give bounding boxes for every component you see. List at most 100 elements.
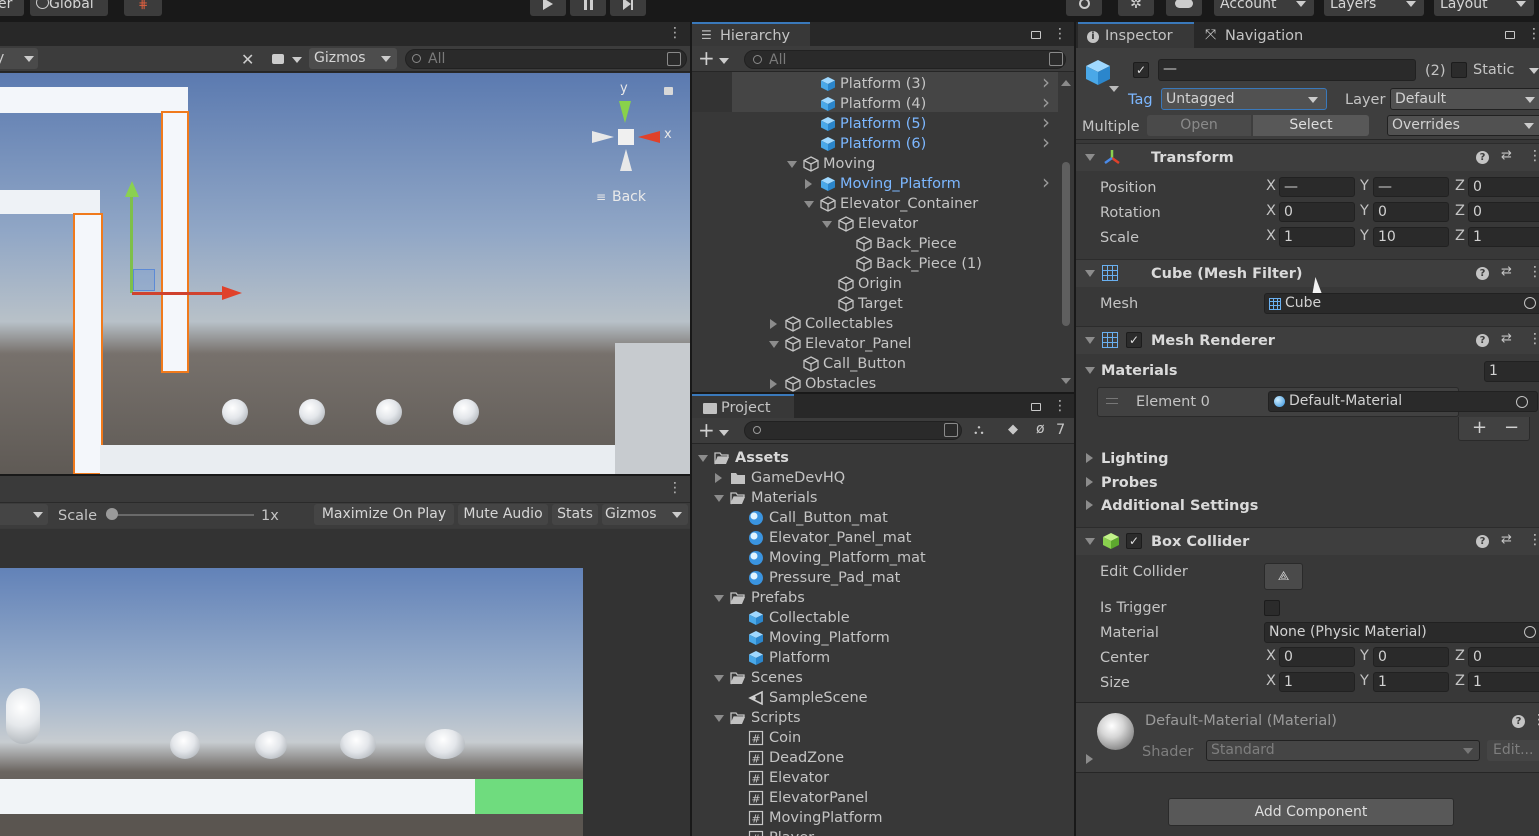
tab-inspector[interactable]: i Inspector <box>1078 22 1194 48</box>
display-dropdown[interactable] <box>0 504 48 525</box>
expand-arrow-icon[interactable] <box>1086 754 1093 764</box>
preset-icon[interactable]: ⇄ <box>1501 148 1512 163</box>
filter-by-type-icon[interactable]: ⛬ <box>974 422 984 438</box>
scale-y-field[interactable]: 10 <box>1373 227 1449 247</box>
size-z-field[interactable]: 1 <box>1468 672 1539 692</box>
draw-mode-dropdown[interactable]: y <box>0 48 38 69</box>
axis-z-label[interactable]: Z <box>1455 226 1465 246</box>
position-z-field[interactable]: 0 <box>1468 177 1539 197</box>
scene-viewport[interactable]: y x ≡ Back <box>0 73 690 474</box>
axis-y-label[interactable]: Y <box>1360 201 1369 221</box>
rotation-x-field[interactable]: 0 <box>1279 202 1355 222</box>
help-icon[interactable]: ? <box>1512 715 1525 728</box>
materials-size-field[interactable]: 1 <box>1484 361 1539 382</box>
lighting-foldout[interactable]: Lighting <box>1101 450 1169 468</box>
additional-settings-foldout[interactable]: Additional Settings <box>1101 497 1258 515</box>
axis-z-label[interactable]: Z <box>1455 671 1465 691</box>
component-menu-icon[interactable]: ⋮ <box>1532 713 1539 727</box>
hierarchy-item[interactable] <box>692 254 1058 274</box>
chevron-right-icon[interactable]: › <box>1042 112 1050 132</box>
layer-dropdown[interactable]: Default <box>1390 88 1539 110</box>
mute-audio-toggle[interactable]: Mute Audio <box>458 504 548 525</box>
project-item[interactable] <box>692 588 1074 608</box>
pause-button[interactable] <box>570 0 606 16</box>
preset-icon[interactable]: ⇄ <box>1501 532 1512 547</box>
axis-y-label[interactable]: Y <box>1360 646 1369 666</box>
chevron-down-icon[interactable] <box>1109 86 1119 92</box>
overrides-dropdown[interactable]: Overrides <box>1387 115 1539 136</box>
component-menu-icon[interactable]: ⋮ <box>1528 533 1539 547</box>
chevron-right-icon[interactable]: › <box>1042 132 1050 152</box>
scale-slider-thumb[interactable] <box>106 508 118 520</box>
shader-dropdown[interactable]: Standard <box>1206 740 1480 761</box>
axis-x-label[interactable]: X <box>1266 226 1276 246</box>
component-menu-icon[interactable]: ⋮ <box>1528 149 1539 163</box>
collapse-arrow-icon[interactable] <box>1085 337 1095 344</box>
probes-foldout[interactable]: Probes <box>1101 474 1158 492</box>
lock-icon[interactable] <box>1505 31 1515 39</box>
orientation-negx-cone[interactable] <box>592 131 614 143</box>
object-picker-icon[interactable] <box>1524 297 1536 309</box>
layers-dropdown[interactable]: Layers <box>1324 0 1424 16</box>
project-item[interactable] <box>692 668 1074 688</box>
component-menu-icon[interactable]: ⋮ <box>1528 265 1539 279</box>
collapse-arrow-icon[interactable] <box>1085 367 1095 374</box>
collapse-arrow-icon[interactable] <box>714 495 724 502</box>
box-collider-enabled-checkbox[interactable]: ✓ <box>1126 533 1142 549</box>
panel-divider[interactable] <box>690 22 692 836</box>
collapse-arrow-icon[interactable] <box>714 715 724 722</box>
axis-x-label[interactable]: X <box>1266 201 1276 221</box>
mesh-filter-header[interactable] <box>1076 259 1539 287</box>
expand-arrow-icon[interactable] <box>805 179 812 189</box>
play-button[interactable] <box>530 0 566 16</box>
gizmo-x-axis[interactable] <box>132 292 227 295</box>
mesh-object-field[interactable]: Cube <box>1264 293 1539 314</box>
tab-navigation[interactable]: ⤧ Navigation <box>1196 22 1320 48</box>
scroll-up-arrow[interactable] <box>1061 80 1071 86</box>
project-item[interactable] <box>692 468 1074 488</box>
more-options-icon[interactable]: ⋮ <box>668 481 682 495</box>
lock-icon[interactable] <box>1031 403 1041 411</box>
axis-z-label[interactable]: Z <box>1455 201 1465 221</box>
mesh-renderer-enabled-checkbox[interactable]: ✓ <box>1126 332 1142 348</box>
axis-x-label[interactable]: X <box>1266 646 1276 666</box>
chevron-down-icon[interactable] <box>1529 68 1539 74</box>
search-filter-icon[interactable] <box>1049 52 1063 66</box>
scale-slider[interactable] <box>106 514 254 516</box>
game-viewport[interactable] <box>0 568 583 836</box>
center-x-field[interactable]: 0 <box>1279 647 1355 667</box>
panel-divider[interactable] <box>692 392 1074 394</box>
axis-z-label[interactable]: Z <box>1455 176 1465 196</box>
layout-dropdown[interactable]: Layout <box>1434 0 1534 16</box>
cloud-button[interactable] <box>1166 0 1202 16</box>
select-prefab-button[interactable]: Select <box>1253 115 1369 136</box>
panel-divider[interactable] <box>1074 22 1076 836</box>
project-search-input[interactable] <box>744 421 962 440</box>
expand-arrow-icon[interactable] <box>770 319 777 329</box>
collab-button[interactable]: ✲ <box>1118 0 1154 16</box>
size-y-field[interactable]: 1 <box>1373 672 1449 692</box>
scene-gizmos-dropdown[interactable]: Gizmos <box>309 48 397 69</box>
project-item[interactable] <box>692 708 1074 728</box>
rotation-y-field[interactable]: 0 <box>1373 202 1449 222</box>
add-element-button[interactable]: + <box>1472 419 1487 437</box>
collapse-arrow-icon[interactable] <box>714 595 724 602</box>
axis-x-label[interactable]: X <box>1266 671 1276 691</box>
axis-z-label[interactable]: Z <box>1455 646 1465 666</box>
project-tab[interactable]: Project <box>692 394 794 418</box>
prefab-cube-icon[interactable] <box>1084 58 1112 86</box>
pivot-button[interactable]: er <box>0 0 24 16</box>
component-menu-icon[interactable]: ⋮ <box>1528 332 1539 346</box>
help-icon[interactable]: ? <box>1476 267 1489 280</box>
chevron-down-icon[interactable] <box>292 57 302 63</box>
axis-y-label[interactable]: Y <box>1360 671 1369 691</box>
mesh-renderer-header[interactable] <box>1076 326 1539 354</box>
static-checkbox[interactable] <box>1451 62 1467 78</box>
center-z-field[interactable]: 0 <box>1468 647 1539 667</box>
drag-handle-icon[interactable] <box>1106 398 1118 404</box>
chevron-down-icon[interactable] <box>719 58 729 64</box>
center-y-field[interactable]: 0 <box>1373 647 1449 667</box>
element-material-field[interactable]: Default-Material <box>1268 391 1538 412</box>
preset-icon[interactable]: ⇄ <box>1501 264 1512 279</box>
help-icon[interactable]: ? <box>1476 151 1489 164</box>
